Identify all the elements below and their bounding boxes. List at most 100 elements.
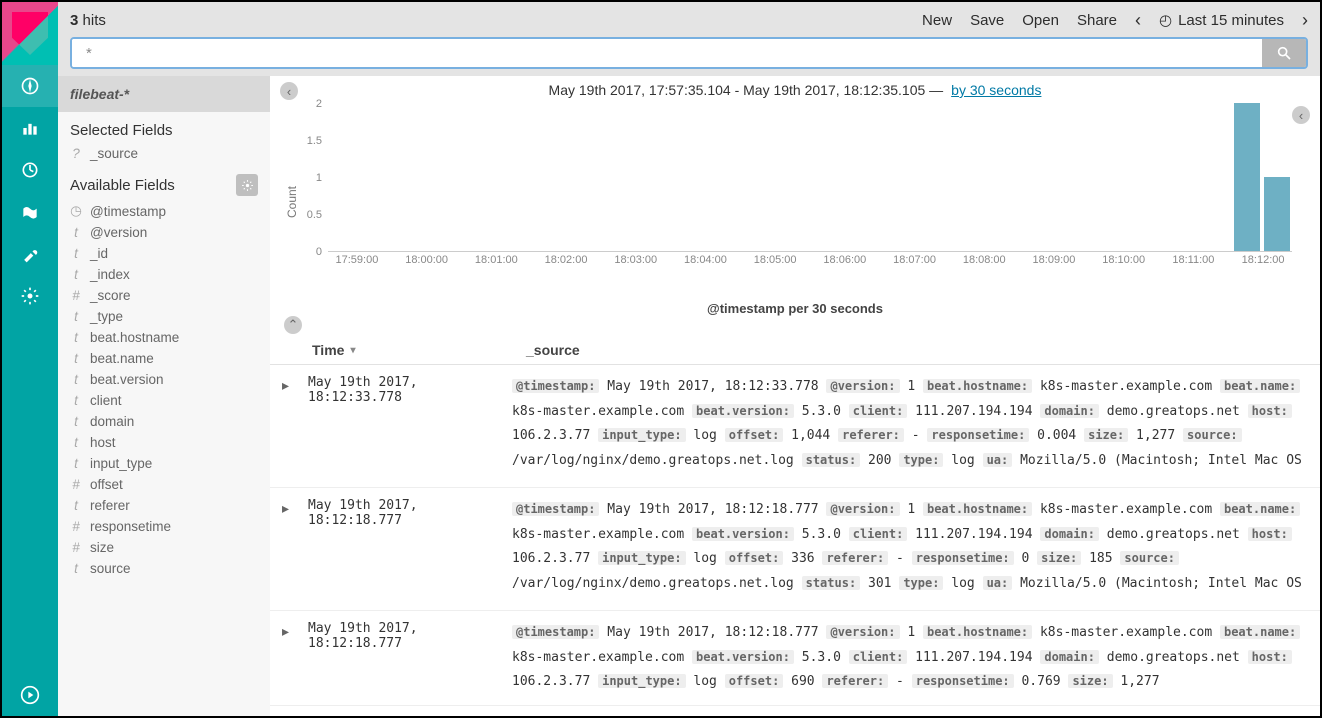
histogram-chart: ‹ Count 00.511.52 17:59:0018:00:0018:01:… xyxy=(270,104,1320,299)
index-pattern-selector[interactable]: filebeat-* xyxy=(58,76,270,112)
nav-devtools-icon[interactable] xyxy=(2,233,58,275)
field-type-icon: t xyxy=(70,435,82,450)
table-row: ▸May 19th 2017, 18:12:18.777@timestamp: … xyxy=(270,488,1320,611)
nav-discover-icon[interactable] xyxy=(2,65,58,107)
chart-bar[interactable] xyxy=(1234,103,1260,251)
nav-management-icon[interactable] xyxy=(2,275,58,317)
chart-plot-area[interactable] xyxy=(328,104,1292,252)
x-tick: 18:07:00 xyxy=(893,254,936,266)
field-type-icon: # xyxy=(70,519,82,534)
collapse-chart-icon[interactable]: ‹ xyxy=(1292,106,1310,124)
field-name: client xyxy=(90,393,122,408)
nav-collapse-icon[interactable] xyxy=(2,674,58,716)
field-beat.name[interactable]: tbeat.name xyxy=(58,348,270,369)
kibana-logo[interactable] xyxy=(2,2,58,65)
field-_type[interactable]: t_type xyxy=(58,306,270,327)
field-name: host xyxy=(90,435,116,450)
field-name: @version xyxy=(90,225,147,240)
nav-dashboard-icon[interactable] xyxy=(2,149,58,191)
field-referer[interactable]: treferer xyxy=(58,495,270,516)
field-type-icon: t xyxy=(70,267,82,282)
expand-row-icon[interactable]: ▸ xyxy=(282,500,298,517)
field-key: host: xyxy=(1248,650,1292,664)
column-source[interactable]: _source xyxy=(526,342,1308,358)
time-prev-icon[interactable]: ‹ xyxy=(1135,10,1141,31)
field-key: ua: xyxy=(983,453,1013,467)
share-button[interactable]: Share xyxy=(1077,12,1117,29)
field-name: _index xyxy=(90,267,130,282)
field-@timestamp[interactable]: ◷@timestamp xyxy=(58,200,270,222)
field-name: _type xyxy=(90,309,123,324)
column-time[interactable]: Time ▾ xyxy=(312,342,526,358)
doc-time: May 19th 2017, 18:12:18.777 xyxy=(298,621,512,651)
search-button[interactable] xyxy=(1262,39,1306,67)
field-key: responsetime: xyxy=(912,674,1014,688)
selected-fields-heading: Selected Fields xyxy=(58,112,270,143)
doc-source: @timestamp: May 19th 2017, 18:12:33.778 … xyxy=(512,375,1308,477)
field-beat.hostname[interactable]: tbeat.hostname xyxy=(58,327,270,348)
x-tick: 18:11:00 xyxy=(1172,254,1214,266)
field-client[interactable]: tclient xyxy=(58,390,270,411)
y-tick: 1.5 xyxy=(307,135,322,147)
x-tick: 17:59:00 xyxy=(335,254,378,266)
nav-timelion-icon[interactable] xyxy=(2,191,58,233)
field-key: beat.hostname: xyxy=(923,379,1032,393)
search-icon xyxy=(1276,45,1292,61)
field-key: referer: xyxy=(822,674,888,688)
expand-row-icon[interactable]: ▸ xyxy=(282,377,298,394)
field-offset[interactable]: #offset xyxy=(58,474,270,495)
collapse-sidebar-icon[interactable]: ‹ xyxy=(280,82,298,100)
field-key: beat.hostname: xyxy=(923,625,1032,639)
field-key: beat.version: xyxy=(692,650,794,664)
fields-settings-button[interactable] xyxy=(236,174,258,196)
field-input_type[interactable]: tinput_type xyxy=(58,453,270,474)
x-tick: 18:10:00 xyxy=(1102,254,1145,266)
docs-table-header: Time ▾ _source xyxy=(270,334,1320,365)
field-source[interactable]: tsource xyxy=(58,558,270,579)
field-type-icon: # xyxy=(70,540,82,555)
doc-time: May 19th 2017, 18:12:33.778 xyxy=(298,375,512,405)
gear-icon xyxy=(241,179,254,192)
new-button[interactable]: New xyxy=(922,12,952,29)
field-key: beat.version: xyxy=(692,404,794,418)
y-tick: 0 xyxy=(316,246,322,258)
field-key: ua: xyxy=(983,576,1013,590)
save-button[interactable]: Save xyxy=(970,12,1004,29)
field-name: domain xyxy=(90,414,134,429)
chart-bar[interactable] xyxy=(1264,177,1290,251)
x-tick: 18:04:00 xyxy=(684,254,727,266)
field-name: responsetime xyxy=(90,519,171,534)
field-_score[interactable]: #_score xyxy=(58,285,270,306)
field-responsetime[interactable]: # responsetime xyxy=(58,516,270,537)
field-size[interactable]: #size xyxy=(58,537,270,558)
field-key: size: xyxy=(1037,551,1081,565)
hits-count: 3 hits xyxy=(70,12,106,29)
toggle-chart-icon[interactable]: ⌃ xyxy=(284,316,302,334)
field-_index[interactable]: t _index xyxy=(58,264,270,285)
field-_source[interactable]: ?_source xyxy=(58,143,270,164)
field-domain[interactable]: tdomain xyxy=(58,411,270,432)
time-next-icon[interactable]: › xyxy=(1302,10,1308,31)
field-@version[interactable]: t@version xyxy=(58,222,270,243)
field-type-icon: ◷ xyxy=(70,203,82,219)
field-host[interactable]: thost xyxy=(58,432,270,453)
fields-sidebar: filebeat-* Selected Fields ?_source Avai… xyxy=(58,76,270,716)
field-beat.version[interactable]: tbeat.version xyxy=(58,369,270,390)
expand-row-icon[interactable]: ▸ xyxy=(282,623,298,640)
field-type-icon: t xyxy=(70,393,82,408)
nav-visualize-icon[interactable] xyxy=(2,107,58,149)
field-name: source xyxy=(90,561,131,576)
field-_id[interactable]: t_id xyxy=(58,243,270,264)
search-input[interactable] xyxy=(72,39,1262,67)
field-key: source: xyxy=(1120,551,1179,565)
interval-link[interactable]: by 30 seconds xyxy=(951,82,1041,98)
doc-source: @timestamp: May 19th 2017, 18:12:18.777 … xyxy=(512,621,1308,695)
open-button[interactable]: Open xyxy=(1022,12,1059,29)
doc-source: @timestamp: May 19th 2017, 18:12:18.777 … xyxy=(512,498,1308,600)
time-picker[interactable]: ◴ Last 15 minutes xyxy=(1159,11,1284,29)
field-key: size: xyxy=(1084,428,1128,442)
field-key: host: xyxy=(1248,404,1292,418)
y-tick: 1 xyxy=(316,172,322,184)
field-name: beat.version xyxy=(90,372,164,387)
field-key: type: xyxy=(899,453,943,467)
